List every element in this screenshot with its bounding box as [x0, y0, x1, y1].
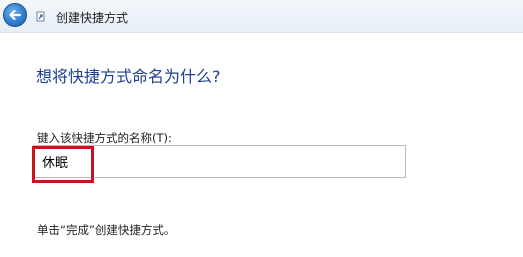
shortcut-name-input[interactable] [33, 145, 406, 178]
shortcut-name-label: 键入该快捷方式的名称(T): [37, 131, 172, 145]
title-bar: 创建快捷方式 [0, 0, 523, 33]
window-title: 创建快捷方式 [56, 11, 129, 25]
create-shortcut-window: 创建快捷方式 想将快捷方式命名为什么? 键入该快捷方式的名称(T): 单击“完成… [0, 0, 523, 257]
back-button[interactable] [3, 3, 27, 27]
finish-instruction: 单击“完成”创建快捷方式。 [37, 223, 176, 237]
back-arrow-icon [9, 9, 22, 21]
shortcut-icon [36, 11, 45, 22]
page-heading: 想将快捷方式命名为什么? [36, 67, 221, 86]
